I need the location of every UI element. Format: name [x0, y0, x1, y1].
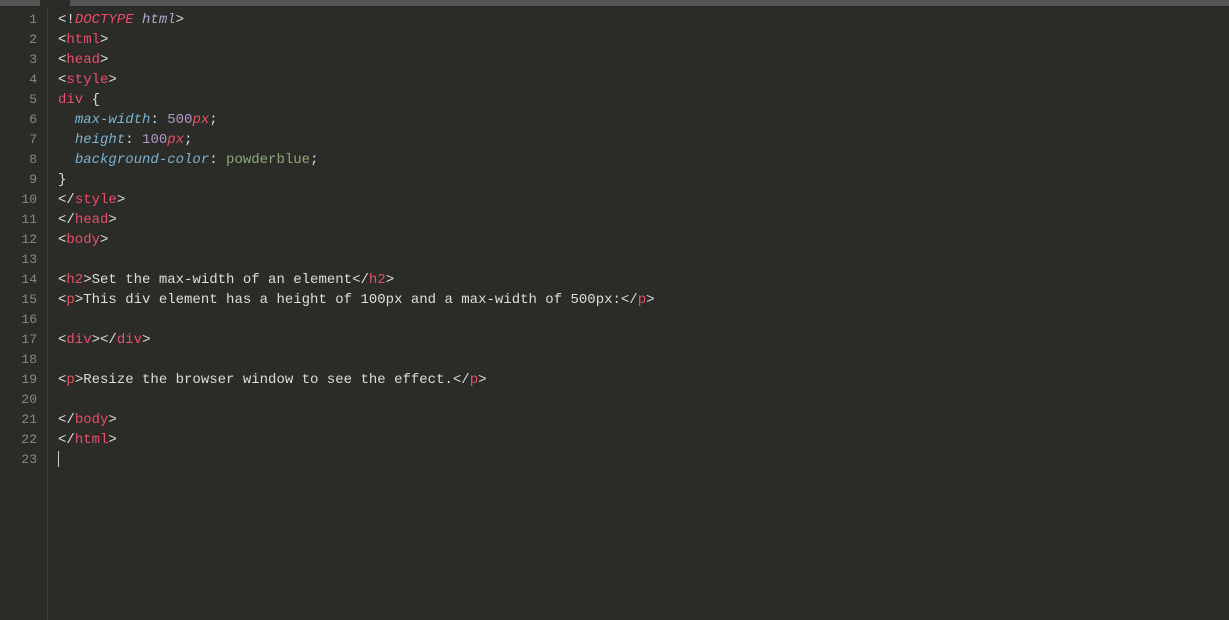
line-number: 21	[0, 410, 47, 430]
tag-name: div	[66, 332, 91, 348]
line-number: 13	[0, 250, 47, 270]
line-number: 5	[0, 90, 47, 110]
tag-name: body	[66, 232, 100, 248]
code-line[interactable]: <h2>Set the max-width of an element</h2>	[58, 270, 1229, 290]
line-number: 12	[0, 230, 47, 250]
code-line[interactable]: background-color: powderblue;	[58, 150, 1229, 170]
css-property: background-color	[75, 152, 209, 168]
tag-name: p	[638, 292, 646, 308]
line-number: 20	[0, 390, 47, 410]
css-number: 500	[167, 112, 192, 128]
line-number: 9	[0, 170, 47, 190]
css-value: powderblue	[226, 152, 310, 168]
css-property: max-width	[75, 112, 151, 128]
code-line[interactable]: </html>	[58, 430, 1229, 450]
line-number: 6	[0, 110, 47, 130]
tag-name: style	[66, 72, 108, 88]
code-line[interactable]	[58, 310, 1229, 330]
tag-name: h2	[369, 272, 386, 288]
tag-name: body	[75, 412, 109, 428]
text-cursor	[58, 451, 59, 467]
line-number: 17	[0, 330, 47, 350]
code-line[interactable]: <div></div>	[58, 330, 1229, 350]
text-content: Set the max-width of an element	[92, 272, 352, 288]
code-line[interactable]	[58, 350, 1229, 370]
code-line[interactable]	[58, 250, 1229, 270]
code-line[interactable]: <body>	[58, 230, 1229, 250]
line-number: 4	[0, 70, 47, 90]
tag-name: p	[66, 372, 74, 388]
tag-name: head	[66, 52, 100, 68]
code-line[interactable]: <html>	[58, 30, 1229, 50]
code-line[interactable]: <p>This div element has a height of 100p…	[58, 290, 1229, 310]
line-number: 18	[0, 350, 47, 370]
line-number: 15	[0, 290, 47, 310]
line-number: 14	[0, 270, 47, 290]
line-number: 7	[0, 130, 47, 150]
line-number: 3	[0, 50, 47, 70]
code-line[interactable]: </head>	[58, 210, 1229, 230]
line-number: 8	[0, 150, 47, 170]
code-line[interactable]: height: 100px;	[58, 130, 1229, 150]
line-number-gutter: 1234567891011121314151617181920212223	[0, 6, 48, 620]
code-line[interactable]: </style>	[58, 190, 1229, 210]
doctype-keyword: DOCTYPE	[75, 12, 134, 28]
tag-name: html	[75, 432, 109, 448]
code-area[interactable]: <!DOCTYPE html> <html> <head> <style> di…	[48, 6, 1229, 620]
css-unit: px	[192, 112, 209, 128]
line-number: 19	[0, 370, 47, 390]
css-unit: px	[167, 132, 184, 148]
code-line[interactable]: <!DOCTYPE html>	[58, 10, 1229, 30]
line-number: 1	[0, 10, 47, 30]
line-number: 10	[0, 190, 47, 210]
tag-name: h2	[66, 272, 83, 288]
line-number: 2	[0, 30, 47, 50]
line-number: 16	[0, 310, 47, 330]
code-line[interactable]	[58, 450, 1229, 470]
tag-name: html	[66, 32, 100, 48]
code-line[interactable]: }	[58, 170, 1229, 190]
text-content: This div element has a height of 100px a…	[83, 292, 621, 308]
doctype-attr: html	[142, 12, 176, 28]
line-number: 22	[0, 430, 47, 450]
tag-name: style	[75, 192, 117, 208]
text-content: Resize the browser window to see the eff…	[83, 372, 453, 388]
punct: <!	[58, 12, 75, 28]
tag-name: head	[75, 212, 109, 228]
code-line[interactable]	[58, 390, 1229, 410]
css-selector: div	[58, 92, 83, 108]
code-editor[interactable]: 1234567891011121314151617181920212223 <!…	[0, 6, 1229, 620]
css-number: 100	[142, 132, 167, 148]
code-line[interactable]: <style>	[58, 70, 1229, 90]
line-number: 11	[0, 210, 47, 230]
code-line[interactable]: <p>Resize the browser window to see the …	[58, 370, 1229, 390]
tag-name: p	[470, 372, 478, 388]
tag-name: div	[117, 332, 142, 348]
code-line[interactable]: </body>	[58, 410, 1229, 430]
code-line[interactable]: div {	[58, 90, 1229, 110]
code-line[interactable]: <head>	[58, 50, 1229, 70]
code-line[interactable]: max-width: 500px;	[58, 110, 1229, 130]
css-property: height	[75, 132, 125, 148]
tag-name: p	[66, 292, 74, 308]
line-number: 23	[0, 450, 47, 470]
